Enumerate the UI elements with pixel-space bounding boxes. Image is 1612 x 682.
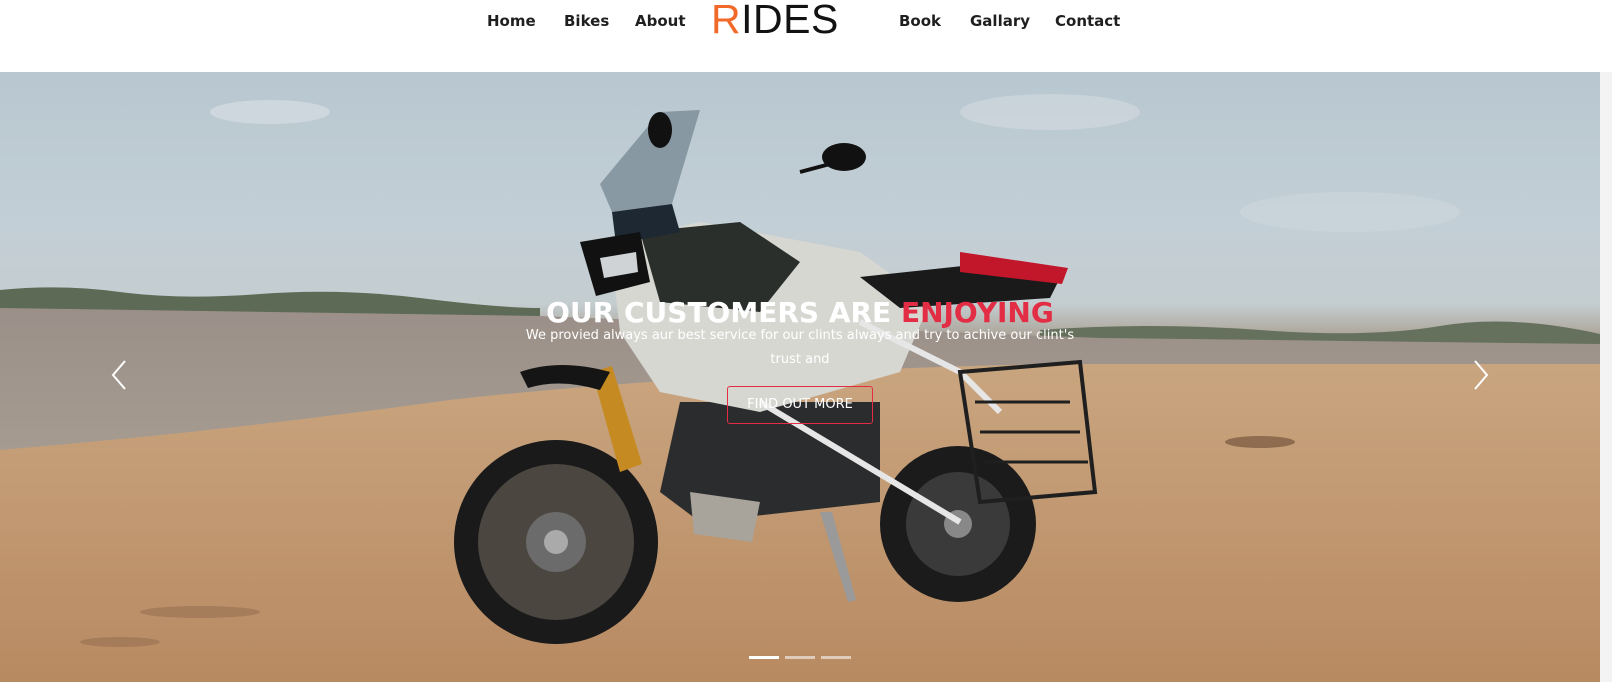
- nav-link-bikes[interactable]: Bikes: [564, 10, 609, 32]
- carousel-indicator-2[interactable]: [785, 656, 815, 659]
- nav-link-contact[interactable]: Contact: [1055, 10, 1120, 32]
- nav-link-book[interactable]: Book: [899, 10, 941, 32]
- navbar: Home Bikes About RIDES Book Gallary Cont…: [0, 0, 1612, 72]
- carousel-next-button[interactable]: [1465, 355, 1495, 395]
- brand-logo[interactable]: RIDES: [711, 0, 839, 40]
- carousel-prev-button[interactable]: [105, 355, 135, 395]
- chevron-left-icon: [111, 360, 126, 390]
- nav-link-gallary[interactable]: Gallary: [970, 10, 1030, 32]
- hero-subtitle: We provied always aur best service for o…: [525, 328, 1075, 367]
- find-out-more-button[interactable]: FIND OUT MORE: [727, 386, 873, 424]
- scrollbar-track[interactable]: [1600, 72, 1612, 682]
- carousel-indicator-1[interactable]: [749, 656, 779, 659]
- hero-carousel: OUR CUSTOMERS ARE ENJOYING We provied al…: [0, 72, 1600, 682]
- carousel-indicator-3[interactable]: [821, 656, 851, 659]
- nav-link-about[interactable]: About: [635, 10, 686, 32]
- nav-link-home[interactable]: Home: [487, 10, 536, 32]
- carousel-indicators: [749, 656, 851, 662]
- hero-motorcycle-image: [0, 94, 1600, 682]
- brand-logo-rest: IDES: [741, 0, 839, 42]
- brand-logo-first-letter: R: [711, 0, 742, 42]
- chevron-right-icon: [1474, 360, 1489, 390]
